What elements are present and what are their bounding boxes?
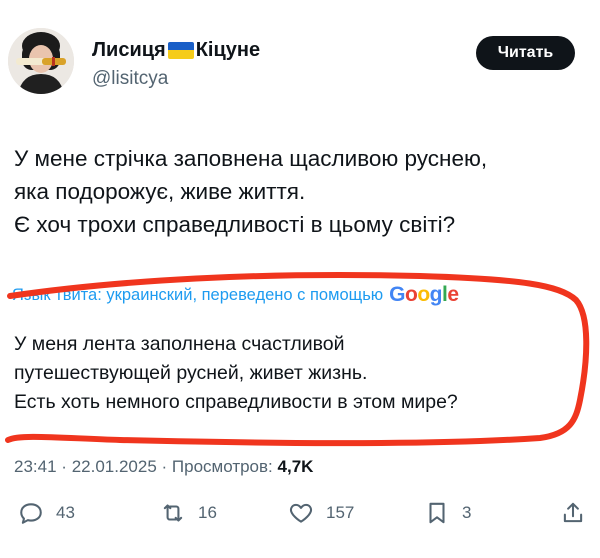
bookmark-icon	[429, 502, 445, 524]
translation-note[interactable]: Язык твита: украинский, переведено с пом…	[12, 283, 459, 307]
separator-dot: ·	[161, 457, 168, 476]
repost-icon	[163, 504, 183, 522]
share-button[interactable]	[560, 500, 586, 526]
read-button[interactable]: Читать	[476, 36, 575, 70]
translated-line: Есть хоть немного справедливости в этом …	[14, 391, 458, 413]
like-count: 157	[326, 503, 355, 522]
author-display-name-suffix: Кіцуне	[195, 39, 261, 61]
author-name[interactable]: Лисиця Кіцуне	[92, 38, 260, 62]
reply-button[interactable]: 43	[18, 500, 75, 526]
bookmark-count: 3	[462, 503, 472, 522]
heart-icon	[289, 503, 313, 523]
views-label: Просмотров:	[171, 457, 273, 476]
like-button[interactable]: 157	[288, 500, 354, 526]
separator-dot: ·	[61, 457, 67, 476]
tweet-time[interactable]: 23:41	[14, 457, 57, 476]
translated-line: У меня лента заполнена счастливой	[14, 333, 345, 355]
tweet-date[interactable]: 22.01.2025	[72, 457, 157, 476]
action-bar: 43 16 157 3	[0, 500, 600, 540]
translated-line: путешествующей русней, живет жизнь.	[14, 362, 368, 384]
views-count: 4,7K	[277, 457, 314, 476]
reply-count: 43	[56, 503, 75, 522]
flag-ukraine-icon	[167, 41, 194, 59]
tweet-line: яка подорожує, живе життя.	[14, 179, 306, 204]
google-logo: Google	[389, 283, 459, 306]
repost-count: 16	[198, 503, 217, 522]
bookmark-button[interactable]: 3	[424, 500, 471, 526]
share-icon	[563, 502, 583, 523]
tweet-text: У мене стрічка заповнена щасливою руснею…	[14, 142, 594, 241]
repost-button[interactable]: 16	[160, 500, 217, 526]
reply-icon	[20, 503, 42, 524]
avatar[interactable]	[8, 28, 74, 94]
author-display-name: Лисиця	[92, 39, 166, 61]
author-handle[interactable]: @lisitcya	[92, 68, 168, 90]
tweet-line: Є хоч трохи справедливості в цьому світі…	[14, 212, 456, 237]
tweet-meta: 23:41 · 22.01.2025 · Просмотров: 4,7K	[14, 457, 313, 477]
translation-note-text: Язык твита: украинский, переведено с пом…	[12, 285, 384, 304]
translated-text: У меня лента заполнена счастливой путеше…	[14, 330, 458, 417]
tweet-line: У мене стрічка заповнена щасливою руснею…	[14, 146, 488, 171]
